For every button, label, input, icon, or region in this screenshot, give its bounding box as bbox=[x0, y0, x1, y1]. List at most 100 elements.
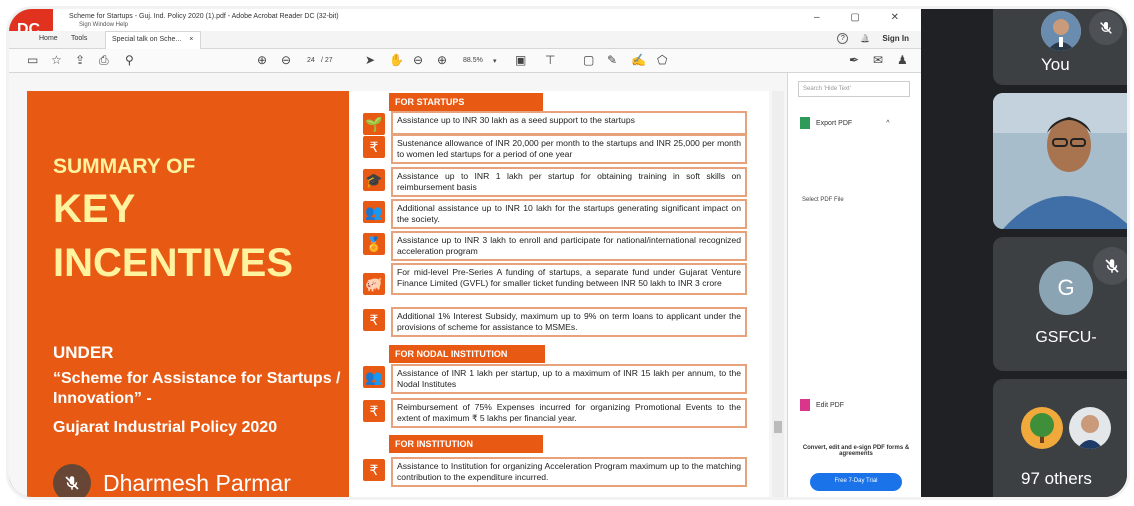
export-pdf-tool[interactable]: Export PDF ^ bbox=[800, 117, 889, 129]
save-icon[interactable]: ▭ bbox=[27, 53, 38, 67]
tab-document-label: Special talk on Sche... bbox=[112, 36, 182, 43]
upload-icon[interactable]: ⇪ bbox=[75, 53, 85, 67]
menu-bar[interactable]: Sign Window Help bbox=[79, 22, 128, 28]
tabbar-right: ? 🔔 Sign In bbox=[837, 33, 909, 44]
slide-left-panel: SUMMARY OF KEY INCENTIVES UNDER “Scheme … bbox=[27, 91, 349, 497]
zoom-out-icon[interactable]: ⊖ bbox=[413, 53, 423, 67]
incentive-text: Assistance up to INR 3 lakh to enroll an… bbox=[391, 231, 747, 261]
incentive-text: Assistance up to INR 1 lakh per startup … bbox=[391, 167, 747, 197]
slide-right-panel: FOR STARTUPS 🌱 Assistance up to INR 30 la… bbox=[349, 91, 769, 497]
scroll-mode-icon[interactable]: ⊤ bbox=[545, 53, 555, 67]
graduation-cap-icon: 🎓 bbox=[363, 169, 385, 191]
tools-search-input[interactable]: Search 'Hide Text' bbox=[798, 81, 910, 97]
avatar bbox=[1069, 407, 1111, 449]
participant-tile-others[interactable]: 97 others bbox=[993, 379, 1127, 497]
list-item: ₹ Additional 1% Interest Subsidy, maximum… bbox=[363, 307, 755, 337]
participant-name-you: You bbox=[1041, 55, 1070, 74]
incentive-text: Assistance of INR 1 lakh per startup, up… bbox=[391, 364, 747, 394]
mic-off-icon bbox=[1093, 247, 1127, 285]
participant-video-tile[interactable] bbox=[993, 93, 1127, 229]
acrobat-toolbar: ▭ ☆ ⇪ ⎙ ⚲ ⊕ ⊖ 24 / 27 ➤ ✋ ⊖ ⊕ 88.5% ▾ ▣ … bbox=[9, 49, 921, 73]
bell-icon[interactable]: 🔔 bbox=[860, 34, 870, 43]
incentive-text: Sustenance allowance of INR 20,000 per m… bbox=[391, 134, 747, 164]
rupee-icon: ₹ bbox=[363, 459, 385, 481]
participant-tile-you[interactable]: You bbox=[993, 9, 1127, 85]
print-icon[interactable]: ⎙ bbox=[99, 53, 109, 68]
tab-tools[interactable]: Tools bbox=[71, 35, 87, 42]
zoom-in-icon[interactable]: ⊕ bbox=[437, 53, 447, 67]
slide-under: UNDER bbox=[53, 343, 114, 362]
page-up-icon[interactable]: ⊕ bbox=[257, 53, 267, 67]
slide-policy: Gujarat Industrial Policy 2020 bbox=[53, 419, 278, 436]
window-controls[interactable]: – ▢ ✕ bbox=[814, 12, 913, 23]
help-icon[interactable]: ? bbox=[837, 33, 849, 44]
pen-icon[interactable]: ✎ bbox=[607, 53, 617, 67]
avatar bbox=[1041, 11, 1081, 51]
list-item: 🐖 For mid-level Pre-Series A funding of s… bbox=[363, 263, 755, 295]
incentive-text: Additional assistance up to INR 10 lakh … bbox=[391, 199, 747, 229]
tab-document[interactable]: Special talk on Sche... × bbox=[105, 31, 201, 49]
slide-heading-key: KEY bbox=[53, 187, 136, 231]
select-pdf-file[interactable]: Select PDF File bbox=[802, 197, 844, 203]
tab-home[interactable]: Home bbox=[39, 35, 58, 42]
list-item: 👥 Additional assistance up to INR 10 lakh… bbox=[363, 199, 755, 229]
people-icon: 👥 bbox=[363, 366, 385, 388]
sign-in-button[interactable]: Sign In bbox=[882, 34, 909, 43]
medal-icon: 🏅 bbox=[363, 233, 385, 255]
slide-scheme-name: “Scheme for Assistance for Startups / In… bbox=[53, 370, 341, 407]
window-title: Scheme for Startups - Guj. Ind. Policy 2… bbox=[69, 13, 339, 20]
select-cursor-icon[interactable]: ➤ bbox=[365, 53, 375, 67]
search-icon[interactable]: ⚲ bbox=[125, 53, 134, 67]
others-count: 97 others bbox=[1021, 469, 1092, 488]
rupee-icon: ₹ bbox=[363, 136, 385, 158]
presenter-label: Dharmesh Parmar bbox=[53, 461, 291, 497]
zoom-level[interactable]: 88.5% bbox=[463, 57, 483, 64]
mic-off-icon bbox=[53, 464, 91, 497]
tab-bar: Home Tools Special talk on Sche... × ? 🔔… bbox=[9, 31, 921, 49]
collapse-icon[interactable]: ^ bbox=[886, 120, 889, 127]
shared-screen: Scheme for Startups - Guj. Ind. Policy 2… bbox=[9, 9, 921, 497]
list-item: ₹ Reimbursement of 75% Expenses incurred … bbox=[363, 398, 755, 428]
zoom-dropdown-icon[interactable]: ▾ bbox=[493, 57, 497, 65]
free-trial-button[interactable]: Free 7-Day Trial bbox=[810, 473, 902, 491]
list-item: 🎓 Assistance up to INR 1 lakh per startup… bbox=[363, 167, 755, 197]
presenter-name: Dharmesh Parmar bbox=[103, 469, 291, 496]
scrollbar-thumb[interactable] bbox=[774, 421, 782, 433]
page-down-icon[interactable]: ⊖ bbox=[281, 53, 291, 67]
sign-icon[interactable]: ✒ bbox=[849, 53, 859, 67]
comment-icon[interactable]: ▢ bbox=[583, 53, 594, 67]
hand-tool-icon[interactable]: ✋ bbox=[389, 53, 404, 67]
incentive-text: Assistance to Institution for organizing… bbox=[391, 457, 747, 487]
incentive-text: Additional 1% Interest Subsidy, maximum … bbox=[391, 307, 747, 337]
incentive-text: For mid-level Pre-Series A funding of st… bbox=[391, 263, 747, 295]
page-total: / 27 bbox=[321, 57, 333, 64]
participant-tile-gsfcu[interactable]: G GSFCU- bbox=[993, 237, 1127, 371]
edit-pdf-tool[interactable]: Edit PDF bbox=[800, 399, 844, 411]
slide-heading-summary: SUMMARY OF bbox=[53, 155, 196, 178]
promo-text: Convert, edit and e-sign PDF forms & agr… bbox=[802, 445, 910, 457]
tab-close-icon[interactable]: × bbox=[189, 36, 193, 43]
piggy-bank-icon: 🐖 bbox=[363, 273, 385, 295]
section-for-startups: FOR STARTUPS bbox=[389, 93, 543, 111]
seedling-icon: 🌱 bbox=[363, 113, 385, 135]
edit-pdf-label: Edit PDF bbox=[816, 401, 845, 409]
page-number-input[interactable]: 24 bbox=[307, 57, 315, 64]
rupee-icon: ₹ bbox=[363, 309, 385, 331]
list-item: 🌱 Assistance up to INR 30 lakh as a seed … bbox=[363, 111, 755, 135]
rupee-icon: ₹ bbox=[363, 400, 385, 422]
fit-page-icon[interactable]: ▣ bbox=[515, 53, 526, 67]
meeting-window: Scheme for Startups - Guj. Ind. Policy 2… bbox=[6, 6, 1130, 500]
mail-icon[interactable]: ✉ bbox=[873, 53, 883, 67]
section-for-institution: FOR INSTITUTION bbox=[389, 435, 543, 453]
incentive-text: Assistance up to INR 30 lakh as a seed s… bbox=[391, 111, 747, 135]
stamp-icon[interactable]: ⬠ bbox=[657, 53, 667, 67]
list-item: ₹ Assistance to Institution for organizin… bbox=[363, 457, 755, 487]
highlight-icon[interactable]: ✍ bbox=[631, 53, 646, 67]
pdf-scrollbar[interactable] bbox=[772, 91, 784, 497]
acrobat-titlebar: Scheme for Startups - Guj. Ind. Policy 2… bbox=[9, 9, 921, 31]
pdf-view[interactable]: SUMMARY OF KEY INCENTIVES UNDER “Scheme … bbox=[9, 73, 787, 497]
share-user-icon[interactable]: ♟ bbox=[897, 53, 908, 67]
avatar: G bbox=[1039, 261, 1093, 315]
export-pdf-label: Export PDF bbox=[816, 119, 853, 127]
bookmark-star-icon[interactable]: ☆ bbox=[51, 53, 62, 67]
